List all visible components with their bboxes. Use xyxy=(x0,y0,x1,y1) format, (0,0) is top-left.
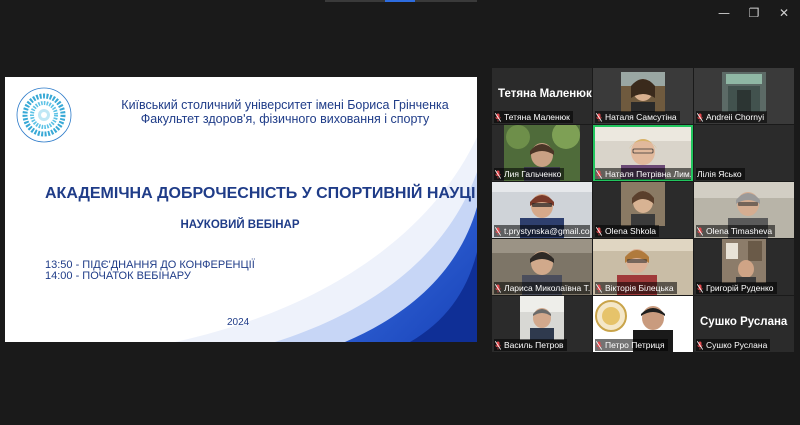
shared-screen-slide: Київський столичний університет імені Бо… xyxy=(5,77,477,342)
slide-subtitle: НАУКОВИЙ ВЕБІНАР xyxy=(180,219,300,231)
active-speaker-tile[interactable]: Наталя Петрівна Лим... xyxy=(593,125,693,181)
mic-off-icon xyxy=(596,112,602,122)
share-indicator xyxy=(415,0,477,2)
slide-year: 2024 xyxy=(227,317,250,328)
participant-nameplate: Olena Timasheva xyxy=(696,225,776,237)
participant-tile[interactable]: Лілія Яськo xyxy=(694,125,794,181)
participant-name: Вікторія Білецька xyxy=(605,283,674,293)
video-feed xyxy=(520,296,564,340)
participant-nameplate: Лариса Миколаївна Т... xyxy=(494,282,590,294)
video-feed xyxy=(722,239,766,283)
participant-tile[interactable]: Тетяна Маленюк Тетяна Маленюк xyxy=(492,68,592,124)
mic-off-icon xyxy=(495,169,501,179)
participant-tile[interactable]: Сушко Руслана Сушко Руслана xyxy=(694,296,794,352)
mic-off-icon xyxy=(697,340,703,350)
minimize-button[interactable]: — xyxy=(716,4,732,22)
participant-nameplate: Лілія Яськo xyxy=(696,168,745,180)
participant-name: Наталя Самсутіна xyxy=(605,112,677,122)
participant-name: t.prystynska@gmail.com xyxy=(504,226,590,236)
participant-name: Наталя Петрівна Лим... xyxy=(605,169,691,179)
meeting-top-bar: — ❐ ✕ xyxy=(0,0,800,28)
video-feed xyxy=(621,72,665,112)
participant-tile[interactable]: Andreii Chornyi xyxy=(694,68,794,124)
participant-name: Andreii Chornyi xyxy=(706,112,765,122)
university-name: Київський столичний університет імені Бо… xyxy=(121,98,449,112)
mic-off-icon xyxy=(596,169,602,179)
participant-name: Петро Петриця xyxy=(605,340,665,350)
participant-nameplate: Тетяна Маленюк xyxy=(494,111,573,123)
participant-tile[interactable]: Петро Петриця xyxy=(593,296,693,352)
mic-off-icon xyxy=(596,226,602,236)
mic-off-icon xyxy=(697,283,703,293)
mic-off-icon xyxy=(495,226,501,236)
participant-nameplate: Петро Петриця xyxy=(595,339,668,351)
participant-name: Лия Гальченко xyxy=(504,169,562,179)
share-indicator-active xyxy=(385,0,415,2)
participant-nameplate: Вікторія Білецька xyxy=(595,282,677,294)
participant-gallery: Тетяна Маленюк Тетяна Маленюк Наталя Сам… xyxy=(492,68,794,352)
participant-nameplate: Лия Гальченко xyxy=(494,168,565,180)
slide-title: АКАДЕМІЧНА ДОБРОЧЕСНІСТЬ У СПОРТИВНІЙ НА… xyxy=(45,185,476,202)
participant-tile[interactable]: Григорій Руденко xyxy=(694,239,794,295)
mic-off-icon xyxy=(495,283,501,293)
video-feed xyxy=(621,182,665,226)
participant-tile[interactable]: Olena Shkola xyxy=(593,182,693,238)
participant-tile[interactable]: Наталя Самсутіна xyxy=(593,68,693,124)
participant-tile[interactable]: Лариса Миколаївна Т... xyxy=(492,239,592,295)
participant-name: Сушко Руслана xyxy=(706,340,768,350)
mic-off-icon xyxy=(697,112,703,122)
faculty-name: Факультет здоров'я, фізичного виховання … xyxy=(140,112,430,126)
window-controls: — ❐ ✕ xyxy=(716,4,792,22)
participant-name: Olena Shkola xyxy=(605,226,657,236)
share-indicator xyxy=(325,0,385,2)
participant-tile[interactable]: Olena Timasheva xyxy=(694,182,794,238)
participant-display-name: Тетяна Маленюк xyxy=(498,88,592,100)
restore-button[interactable]: ❐ xyxy=(746,4,762,22)
mic-off-icon xyxy=(596,340,602,350)
participant-nameplate: Василь Петров xyxy=(494,339,567,351)
mic-off-icon xyxy=(495,112,501,122)
participant-nameplate: Григорій Руденко xyxy=(696,282,777,294)
participant-tile[interactable]: Вікторія Білецька xyxy=(593,239,693,295)
close-button[interactable]: ✕ xyxy=(776,4,792,22)
mic-off-icon xyxy=(596,283,602,293)
participant-tile[interactable]: Лия Гальченко xyxy=(492,125,592,181)
participant-nameplate: Наталя Самсутіна xyxy=(595,111,680,123)
participant-nameplate: Andreii Chornyi xyxy=(696,111,768,123)
university-logo xyxy=(16,87,72,143)
video-feed xyxy=(722,72,766,112)
participant-name: Василь Петров xyxy=(504,340,564,350)
participant-name: Лілія Яськo xyxy=(697,169,742,179)
participant-nameplate: Наталя Петрівна Лим... xyxy=(595,168,691,180)
participant-nameplate: Сушко Руслана xyxy=(696,339,771,351)
schedule-line: 14:00 - ПОЧАТОК ВЕБІНАРУ xyxy=(45,270,191,282)
participant-name: Olena Timasheva xyxy=(706,226,773,236)
participant-name: Лариса Миколаївна Т... xyxy=(504,283,590,293)
participant-nameplate: Olena Shkola xyxy=(595,225,660,237)
participant-display-name: Сушко Руслана xyxy=(700,316,788,328)
mic-off-icon xyxy=(697,226,703,236)
mic-off-icon xyxy=(495,340,501,350)
participant-name: Григорій Руденко xyxy=(706,283,774,293)
participant-name: Тетяна Маленюк xyxy=(504,112,570,122)
participant-tile[interactable]: t.prystynska@gmail.com xyxy=(492,182,592,238)
participant-nameplate: t.prystynska@gmail.com xyxy=(494,225,590,237)
participant-tile[interactable]: Василь Петров xyxy=(492,296,592,352)
